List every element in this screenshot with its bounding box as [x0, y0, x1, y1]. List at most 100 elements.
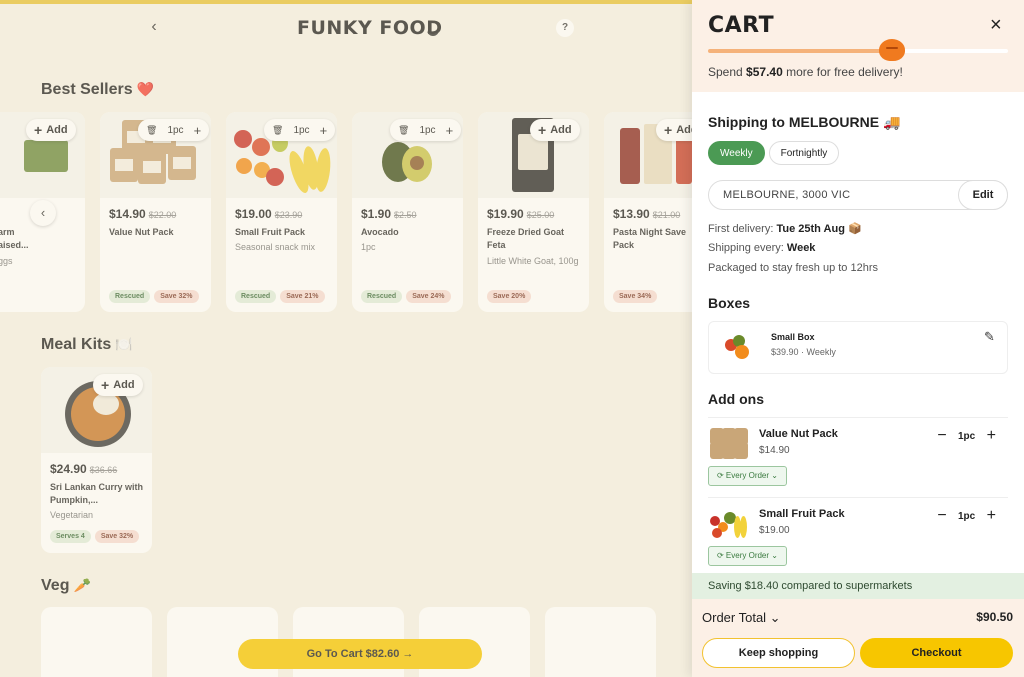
- old-price: $36.66: [89, 465, 118, 475]
- quantity-stepper[interactable]: 🗑 1pc +: [264, 119, 336, 141]
- add-label: Add: [46, 124, 68, 136]
- quantity-value: 1pc: [167, 124, 184, 136]
- product-card[interactable]: [545, 607, 656, 677]
- address-text: MELBOURNE, 3000 VIC: [723, 189, 851, 201]
- quantity-value: 1pc: [419, 124, 436, 136]
- product-card[interactable]: 🗑 1pc + $1.90 $2.50 Avocado 1pc Rescued Sav…: [352, 112, 463, 312]
- product-subtitle: Vegetarian: [50, 510, 94, 520]
- frequency-weekly-button[interactable]: Weekly: [708, 141, 765, 165]
- packaged-note: Packaged to stay fresh up to 12hrs: [708, 262, 878, 274]
- trash-icon[interactable]: 🗑: [146, 125, 157, 136]
- old-price: $2.50: [394, 210, 417, 220]
- progress-fill: [708, 49, 894, 53]
- product-card[interactable]: 🗑 1pc + $19.00 $23.90 Small Fruit Pack Seas…: [226, 112, 337, 312]
- schedule-dropdown[interactable]: ⟳ Every Order ⌄: [708, 546, 787, 566]
- close-icon[interactable]: ×: [990, 14, 1002, 37]
- back-icon[interactable]: ‹: [146, 18, 162, 36]
- save-badge: Save 21%: [280, 290, 325, 303]
- quantity-stepper: − 1pc +: [936, 507, 997, 525]
- checkout-button[interactable]: Checkout: [860, 638, 1013, 668]
- product-tags: Save 34%: [613, 290, 658, 303]
- product-card[interactable]: + Add $24.90 $36.66 Sri Lankan Curry with …: [41, 367, 152, 553]
- plate-icon: 🍽️: [115, 336, 133, 352]
- plus-icon[interactable]: +: [320, 123, 328, 138]
- product-subtitle: Seasonal snack mix: [235, 242, 316, 252]
- old-price: $22.00: [148, 210, 177, 220]
- product-name: Sri Lankan Curry with Pumpkin,...: [50, 482, 144, 505]
- save-badge: Save 34%: [613, 290, 658, 303]
- section-title-best-sellers: Best Sellers ❤️: [41, 81, 154, 99]
- product-name: Avocado: [361, 227, 399, 237]
- product-name: Value Nut Pack: [109, 227, 174, 237]
- product-card[interactable]: + Add $19.90 $25.00 Freeze Dried Goat Feta…: [478, 112, 589, 312]
- save-badge: Save 20%: [487, 290, 532, 303]
- schedule-dropdown[interactable]: ⟳ Every Order ⌄: [708, 466, 787, 486]
- addon-name: Small Fruit Pack: [759, 508, 845, 520]
- product-price: $19.00 $23.90: [235, 207, 302, 221]
- box-image: [723, 333, 751, 361]
- plus-icon: +: [101, 377, 110, 393]
- edit-address-button[interactable]: Edit: [958, 180, 1008, 210]
- brand-logo[interactable]: FUNKY FOOD: [297, 17, 442, 39]
- add-button[interactable]: +Add: [26, 119, 76, 141]
- product-name: arm aised...: [0, 227, 29, 250]
- keep-shopping-button[interactable]: Keep shopping: [702, 638, 855, 668]
- quantity-value: 1pc: [958, 510, 976, 522]
- frequency-fortnightly-button[interactable]: Fortnightly: [768, 141, 840, 165]
- plus-icon[interactable]: +: [985, 427, 997, 445]
- minus-icon[interactable]: −: [936, 507, 948, 525]
- trash-icon[interactable]: 🗑: [272, 125, 283, 136]
- section-title-meal-kits: Meal Kits 🍽️: [41, 336, 133, 354]
- save-badge: Save 24%: [406, 290, 451, 303]
- go-to-cart-button[interactable]: Go To Cart $82.60 →: [238, 639, 482, 669]
- old-price: $25.00: [526, 210, 555, 220]
- product-card[interactable]: [41, 607, 152, 677]
- add-button[interactable]: +Add: [530, 119, 580, 141]
- product-tags: Save 20%: [487, 290, 532, 303]
- heart-icon: ❤️: [136, 81, 155, 97]
- help-icon[interactable]: ?: [556, 19, 574, 37]
- edit-pencil-icon[interactable]: ✎: [984, 329, 995, 345]
- product-card[interactable]: 🗑 1pc + $14.90 $22.00 Value Nut Pack Rescue…: [100, 112, 211, 312]
- save-badge: Save 32%: [154, 290, 199, 303]
- address-field[interactable]: MELBOURNE, 3000 VIC Edit: [708, 180, 1008, 210]
- save-badge: Save 32%: [94, 530, 140, 543]
- shipping-every-info: Shipping every: Week: [708, 242, 815, 254]
- plus-icon[interactable]: +: [985, 507, 997, 525]
- product-subtitle: Little White Goat, 100g: [487, 256, 579, 266]
- current-price: $1.90: [361, 207, 392, 221]
- old-price: $21.00: [652, 210, 681, 220]
- add-button[interactable]: +Add: [93, 374, 143, 396]
- minus-icon[interactable]: −: [936, 427, 948, 445]
- serves-badge: Serves 4: [50, 530, 91, 543]
- free-delivery-suffix: more for free delivery!: [782, 65, 903, 79]
- cart-header: CART × Spend $57.40 more for free delive…: [692, 0, 1024, 92]
- free-delivery-prefix: Spend: [708, 65, 747, 79]
- quantity-stepper[interactable]: 🗑 1pc +: [138, 119, 210, 141]
- old-price: $23.90: [274, 210, 303, 220]
- add-label: Add: [113, 379, 135, 391]
- trash-icon[interactable]: 🗑: [398, 125, 409, 136]
- carousel-prev-button[interactable]: ‹: [30, 200, 56, 226]
- plus-icon[interactable]: +: [194, 123, 202, 138]
- rescued-badge: Rescued: [109, 290, 151, 303]
- addon-image: [708, 504, 748, 540]
- addon-name: Value Nut Pack: [759, 428, 838, 440]
- quantity-stepper[interactable]: 🗑 1pc +: [390, 119, 462, 141]
- rescued-badge: Rescued: [235, 290, 277, 303]
- site-header: ‹ FUNKY FOOD ?: [0, 4, 692, 54]
- add-button[interactable]: +Add: [656, 119, 692, 141]
- product-price: $14.90 $22.00: [109, 207, 176, 221]
- order-total-toggle[interactable]: Order Total ⌄: [702, 610, 781, 626]
- rescued-badge: Rescued: [361, 290, 403, 303]
- order-total-value: $90.50: [976, 610, 1013, 624]
- addon-image: [708, 424, 748, 460]
- section-title-text: Veg: [41, 577, 70, 594]
- plus-icon[interactable]: +: [446, 123, 454, 138]
- addons-title: Add ons: [708, 391, 764, 407]
- box-item[interactable]: Small Box $39.90 · Weekly ✎: [708, 321, 1008, 374]
- product-price: $13.90 $21.00: [613, 207, 680, 221]
- add-label: Add: [676, 124, 692, 136]
- addon-item: Value Nut Pack $14.90 − 1pc + ⟳ Every Or…: [708, 417, 1008, 493]
- product-card[interactable]: +Add $13.90$21.00 Pasta Night Save Pack …: [604, 112, 692, 312]
